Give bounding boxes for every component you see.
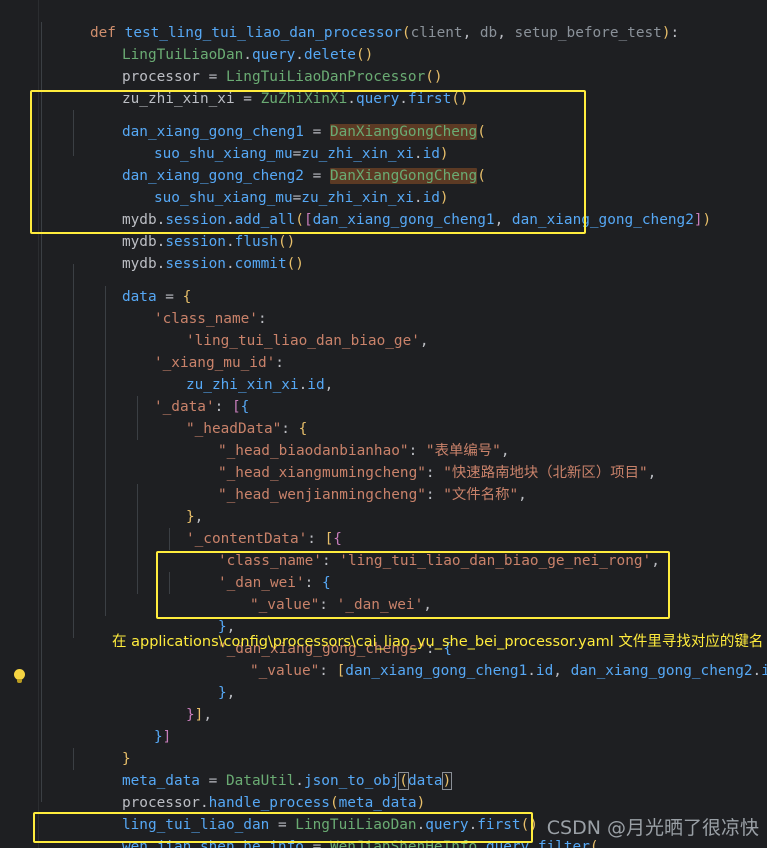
code-line[interactable]: data = { (38, 264, 191, 305)
code-line[interactable]: }, (38, 484, 203, 525)
code-line[interactable]: dan_xiang_gong_cheng1 = DanXiangGongChen… (38, 99, 486, 140)
code-line[interactable]: meta_data = DataUtil.json_to_obj(data) (38, 748, 453, 790)
code-line[interactable]: 'class_name': (38, 286, 267, 327)
code-line[interactable]: 'class_name': 'ling_tui_liao_dan_biao_ge… (38, 528, 660, 569)
code-line[interactable]: } (38, 726, 131, 767)
lightbulb-base (17, 679, 22, 683)
code-line[interactable]: }] (38, 704, 171, 745)
code-line[interactable]: processor.handle_process(meta_data) (38, 770, 425, 811)
code-line[interactable]: ling_tui_liao_dan = LingTuiLiaoDan.query… (38, 792, 538, 833)
token-string: "_value" (249, 597, 320, 613)
token-string: "_head_wenjianmingcheng" (217, 487, 426, 503)
token-string: '_dan_wei' (336, 597, 424, 613)
code-line[interactable]: "_head_biaodanbianhao": "表单编号", (38, 418, 510, 459)
code-line[interactable]: suo_shu_xiang_mu=zu_zhi_xin_xi.id) (38, 165, 449, 206)
code-line[interactable]: '_dan_wei': { (38, 550, 331, 591)
code-line[interactable]: zu_zhi_xin_xi = ZuZhiXinXi.query.first() (38, 66, 469, 107)
code-line[interactable]: def test_ling_tui_liao_dan_processor(cli… (38, 0, 679, 41)
code-line[interactable]: "_value": '_dan_wei', (38, 572, 432, 613)
code-line[interactable]: }, (38, 660, 235, 701)
code-line[interactable]: '_contentData': [{ (38, 506, 342, 547)
code-line[interactable]: wen_jian_shen_he_info = WenJianShenHeInf… (38, 814, 599, 848)
code-line[interactable]: '_xiang_mu_id': (38, 330, 284, 371)
code-line[interactable]: "_head_xiangmumingcheng": "快速路南地块（北新区）项目… (38, 440, 656, 481)
code-line[interactable]: suo_shu_xiang_mu=zu_zhi_xin_xi.id) (38, 121, 449, 162)
code-line[interactable]: 'ling_tui_liao_dan_biao_ge', (38, 308, 429, 349)
code-line[interactable]: }, (38, 594, 235, 635)
code-editor-screenshot: def test_ling_tui_liao_dan_processor(cli… (0, 0, 767, 848)
code-line[interactable]: '_data': [{ (38, 374, 249, 415)
annotation-note: 在 applications\config\processors\cai_lia… (112, 634, 764, 650)
lightbulb-icon[interactable] (13, 669, 27, 685)
token-string: 'ling_tui_liao_dan_biao_ge_nei_rong' (339, 553, 652, 569)
code-content[interactable]: def test_ling_tui_liao_dan_processor(cli… (38, 0, 767, 848)
bracket-match-close: ) (441, 772, 453, 790)
editor-gutter (0, 0, 39, 848)
code-line[interactable]: LingTuiLiaoDan.query.delete() (38, 22, 373, 63)
code-line[interactable]: }], (38, 682, 212, 723)
code-line[interactable]: processor = LingTuiLiaoDanProcessor() (38, 44, 443, 85)
code-line[interactable]: mydb.session.add_all([dan_xiang_gong_che… (38, 187, 711, 228)
watermark: CSDN @月光晒了很凉快 (546, 817, 759, 839)
code-line[interactable]: mydb.session.flush() (38, 209, 295, 250)
code-line[interactable]: zu_zhi_xin_xi.id, (38, 352, 333, 393)
code-line[interactable]: "_head_wenjianmingcheng": "文件名称", (38, 462, 527, 503)
code-line[interactable]: "_headData": { (38, 396, 307, 437)
token-string: "文件名称" (443, 487, 519, 503)
code-line[interactable]: dan_xiang_gong_cheng2 = DanXiangGongChen… (38, 143, 486, 184)
token-string: "_value" (249, 663, 320, 679)
code-line[interactable]: mydb.session.commit() (38, 231, 304, 272)
